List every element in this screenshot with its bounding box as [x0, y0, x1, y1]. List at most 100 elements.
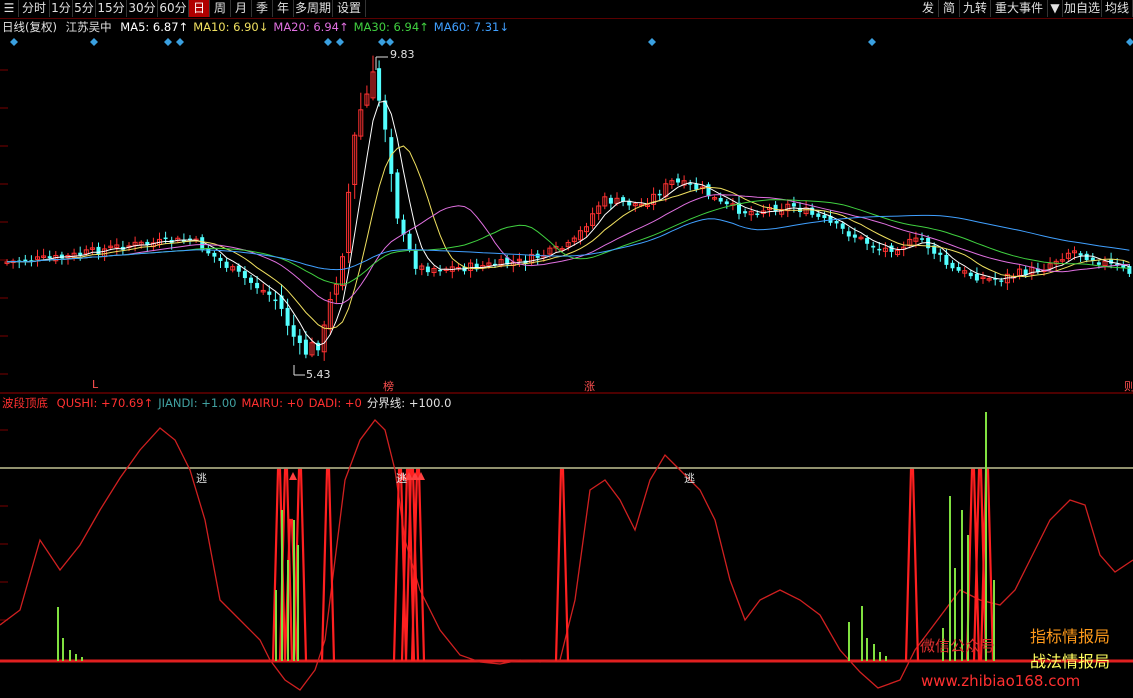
candle-body — [71, 252, 77, 259]
candle-body — [901, 246, 907, 250]
period-button-3[interactable]: 15分 — [96, 0, 127, 17]
candle-body — [175, 237, 181, 242]
dadi-spike — [972, 468, 988, 662]
candle-body — [493, 263, 497, 266]
candle-body — [834, 220, 839, 224]
watermark-url: www.zhibiao168.com — [921, 672, 1081, 690]
buy-arrow-icon — [417, 472, 425, 480]
candle-body — [681, 180, 687, 186]
candle-body — [188, 238, 192, 241]
candle-body — [29, 260, 34, 262]
candle-body — [242, 271, 247, 279]
ma-line-30 — [6, 199, 1130, 285]
candle-body — [529, 253, 535, 264]
right-button-5[interactable]: 加自选 — [1063, 0, 1102, 17]
stock-chart[interactable] — [0, 0, 1133, 698]
candle-body — [370, 71, 376, 99]
candle-body — [986, 278, 992, 281]
candle-body — [712, 197, 718, 200]
toolbar-menu-icon[interactable]: ☰ — [0, 0, 19, 17]
indicator-legend-4: 分界线: +100.0 — [366, 396, 452, 410]
candle-body — [114, 244, 120, 249]
period-toolbar: ☰ 分时 1分 5分 15分 30分 60分日周月季年多周期 设置 发简九转 重大事件 ▼ 加自选… — [0, 0, 1133, 19]
dadi-spike — [400, 468, 416, 662]
candle-body — [1059, 259, 1065, 262]
candle-body — [676, 178, 680, 183]
candle-body — [1121, 264, 1126, 269]
period-button-1[interactable]: 1分 — [50, 0, 73, 17]
period-button-11[interactable]: 多周期 — [294, 0, 333, 17]
candle-body — [364, 93, 370, 106]
candle-body — [1035, 268, 1040, 272]
right-button-1[interactable]: 简 — [939, 0, 960, 17]
candle-body — [1023, 269, 1028, 276]
candle-body — [669, 180, 675, 185]
escape-label-1: 逃 — [196, 472, 207, 485]
period-button-4[interactable]: 30分 — [127, 0, 158, 17]
right-button-4[interactable]: ▼ — [1048, 0, 1063, 17]
right-button-0[interactable]: 发 — [918, 0, 939, 17]
candle-body — [798, 207, 802, 213]
candle-body — [638, 203, 644, 207]
period-button-0[interactable]: 分时 — [19, 0, 50, 17]
candle-body — [767, 206, 772, 211]
period-button-10[interactable]: 年 — [273, 0, 294, 17]
buy-arrow-icon — [289, 472, 297, 480]
period-button-9[interactable]: 季 — [252, 0, 273, 17]
price-legend: 日线(复权) 江苏吴中 MA5: 6.87↑ MA10: 6.90↓ MA20: 6… — [2, 20, 519, 35]
ma-line-5 — [6, 100, 1130, 347]
right-button-2[interactable]: 九转 — [960, 0, 991, 17]
candle-body — [224, 261, 229, 268]
dadi-spike — [410, 468, 426, 662]
candle-body — [779, 209, 785, 215]
candle-body — [206, 248, 211, 254]
candle-body — [889, 245, 894, 252]
signal-diamond-icon — [90, 38, 98, 46]
candle-body — [255, 282, 260, 289]
period-button-12[interactable]: 设置 — [333, 0, 366, 17]
candle-body — [882, 247, 888, 252]
candle-body — [419, 265, 425, 270]
dadi-spike — [904, 468, 920, 662]
signal-diamond-icon — [378, 38, 386, 46]
candle-body — [297, 335, 302, 343]
candle-body — [291, 325, 296, 337]
period-button-7[interactable]: 周 — [210, 0, 231, 17]
candle-body — [35, 256, 40, 260]
candle-body — [1096, 262, 1101, 265]
candle-body — [303, 339, 308, 355]
right-button-3[interactable]: 重大事件 — [991, 0, 1048, 17]
period-button-2[interactable]: 5分 — [73, 0, 96, 17]
candle-body — [150, 242, 156, 248]
candle-body — [1127, 266, 1132, 274]
candle-body — [840, 223, 845, 229]
candle-body — [968, 272, 973, 277]
candle-body — [23, 259, 28, 263]
candle-body — [651, 193, 657, 205]
dadi-spike — [554, 468, 570, 662]
candle-body — [1041, 269, 1047, 273]
candle-body — [108, 245, 114, 249]
dadi-spike — [320, 468, 336, 662]
stock-name: 江苏吴中 — [65, 20, 112, 34]
candle-body — [327, 299, 333, 330]
candle-body — [718, 197, 723, 202]
candle-body — [785, 203, 791, 212]
candle-body — [645, 204, 650, 207]
candle-body — [657, 193, 662, 196]
candle-body — [614, 197, 620, 204]
period-button-5[interactable]: 60分 — [158, 0, 189, 17]
period-button-6[interactable]: 日 — [189, 0, 210, 17]
indicator-legend: 波段顶底 QUSHI: +70.69↑ JIANDI: +1.00 MAIRU: +… — [2, 396, 461, 411]
period-button-8[interactable]: 月 — [231, 0, 252, 17]
candle-body — [358, 109, 364, 137]
candle-body — [236, 265, 241, 272]
candle-body — [895, 249, 901, 256]
right-button-6[interactable]: 均线 — [1102, 0, 1133, 17]
candle-body — [505, 257, 510, 265]
signal-diamond-icon — [164, 38, 172, 46]
signal-diamond-icon — [648, 38, 656, 46]
candle-body — [1084, 253, 1089, 261]
low-price-label: 5.43 — [306, 368, 331, 381]
candle-body — [694, 183, 699, 190]
